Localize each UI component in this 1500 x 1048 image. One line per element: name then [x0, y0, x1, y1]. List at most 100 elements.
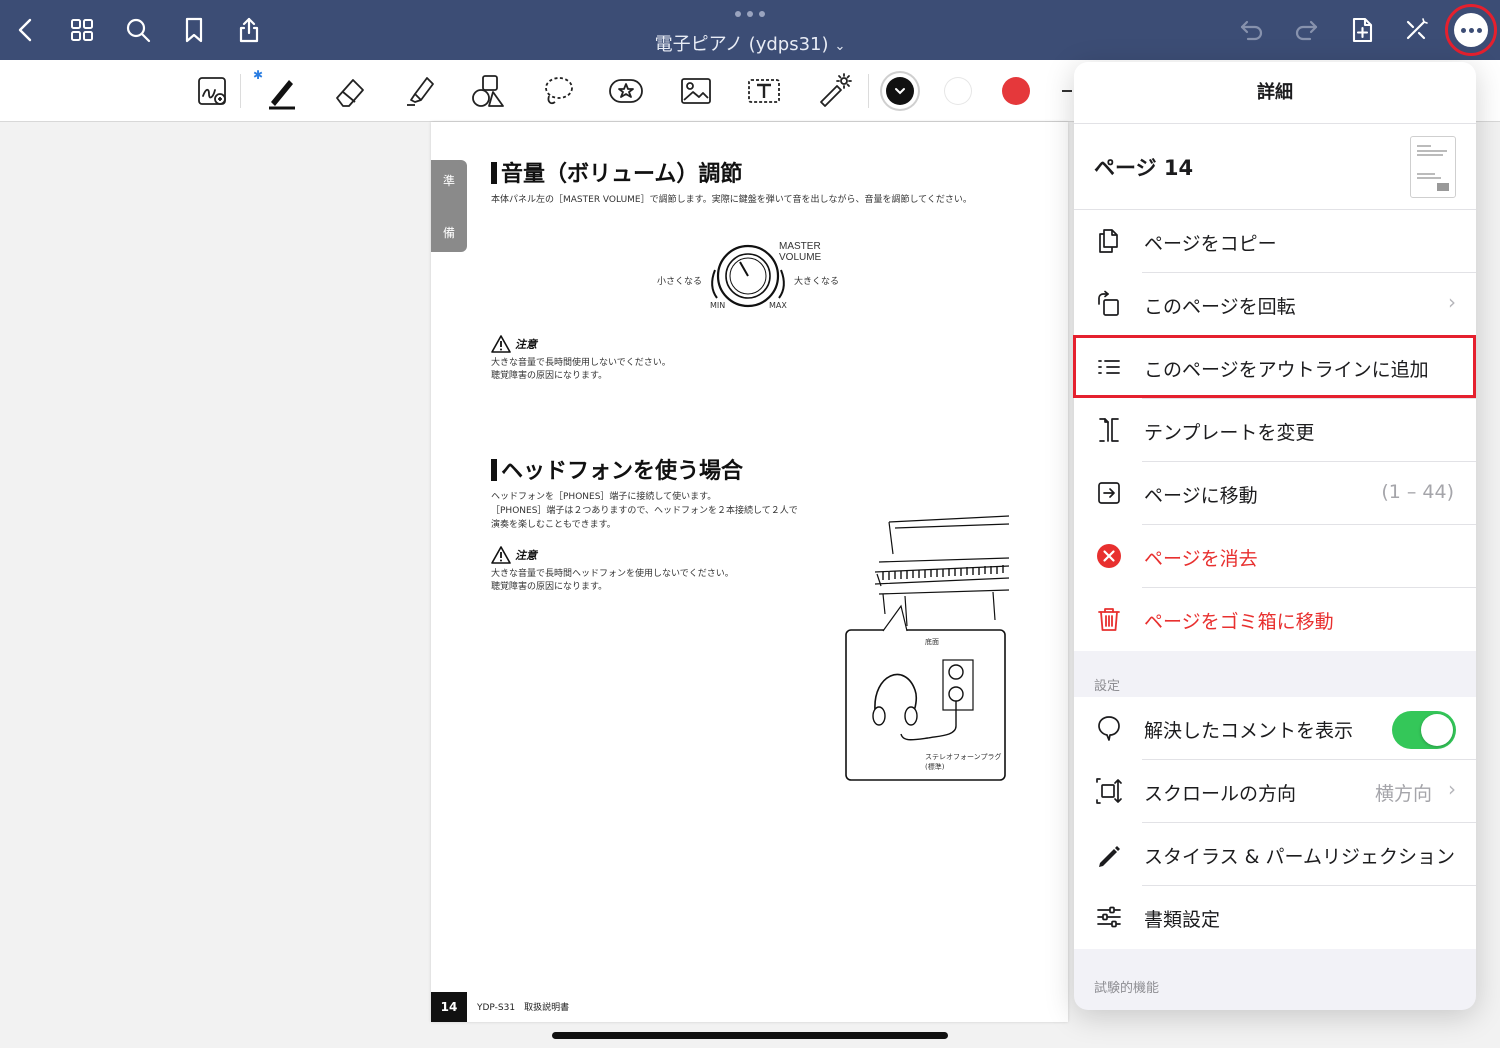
grid-view-icon[interactable] [64, 12, 100, 48]
text-box-icon[interactable] [742, 70, 786, 112]
caution-title: 注意 [515, 338, 537, 351]
section-heading-volume: 音量（ボリューム）調節 [491, 156, 742, 188]
copy-page-label: ページをコピー [1144, 233, 1277, 255]
show-resolved-comments-label: 解決したコメントを表示 [1144, 720, 1354, 742]
knob-label-master: MASTER [779, 241, 821, 252]
illustration-label-plug: ステレオフォーンプラグ (標準) [925, 752, 1001, 772]
comment-icon [1094, 713, 1124, 743]
knob-label-min: MIN [710, 301, 726, 310]
laser-pointer-icon[interactable] [812, 70, 856, 112]
details-popover: 詳細 ページ 14 ページをコピー このページを回転 › このページをアウトライ… [1074, 62, 1476, 1010]
copy-page-row[interactable]: ページをコピー [1074, 210, 1476, 273]
scroll-direction-label: スクロールの方向 [1144, 783, 1297, 805]
chevron-right-icon: › [1448, 290, 1456, 314]
show-resolved-comments-toggle[interactable] [1392, 711, 1456, 749]
caution-line: 大きな音量で長時間使用しないでください。 [491, 358, 671, 368]
add-page-icon[interactable] [1344, 12, 1380, 48]
document-page[interactable]: 準 備 音量（ボリューム）調節 本体パネル左の［MASTER VOLUME］で調… [431, 122, 1068, 1022]
illustration-label-bottom: 底面 [925, 638, 939, 646]
stroke-width-indicator[interactable] [1062, 90, 1072, 92]
caution-heading: 注意 [491, 335, 537, 353]
knob-label-louder: 大きくなる [794, 277, 840, 287]
caution-line: 大きな音量で長時間ヘッドフォンを使用しないでください。 [491, 569, 734, 579]
color-swatch-white[interactable] [944, 77, 972, 105]
chevron-right-icon: › [1448, 777, 1456, 801]
shapes-icon[interactable] [466, 70, 510, 112]
toolbar-divider [240, 74, 241, 108]
back-chevron-icon[interactable] [8, 12, 44, 48]
more-options-icon[interactable] [1454, 13, 1488, 47]
add-to-outline-row[interactable]: このページをアウトラインに追加 [1074, 336, 1476, 399]
knob-label-quieter: 小さくなる [657, 277, 703, 287]
chevron-down-icon: ⌄ [834, 39, 846, 54]
share-icon[interactable] [231, 12, 267, 48]
knob-label-max: MAX [769, 301, 787, 310]
scroll-direction-value: 横方向 [1374, 783, 1432, 805]
document-settings-row[interactable]: 書類設定 [1074, 886, 1476, 949]
stylus-palm-rejection-row[interactable]: スタイラス & パームリジェクション [1074, 823, 1476, 886]
undo-icon[interactable] [1234, 12, 1270, 48]
volume-body-text: 本体パネル左の［MASTER VOLUME］で調節します。実際に鍵盤を弾いて音を… [491, 195, 972, 205]
template-icon [1094, 415, 1124, 445]
plug-label-line: ステレオフォーンプラグ [925, 753, 1002, 761]
caution-title: 注意 [515, 549, 537, 562]
top-navigation-bar: 電子ピアノ (ydps31) ⌄ [0, 0, 1500, 60]
add-to-outline-label: このページをアウトラインに追加 [1144, 359, 1429, 381]
move-to-trash-row[interactable]: ページをゴミ箱に移動 [1074, 588, 1476, 651]
close-editing-icon[interactable] [1398, 12, 1434, 48]
pencil-icon [1094, 839, 1124, 869]
page-thumbnail[interactable] [1410, 136, 1456, 198]
change-template-row[interactable]: テンプレートを変更 [1074, 399, 1476, 462]
document-title-text: 電子ピアノ (ydps31) [654, 34, 829, 55]
change-template-label: テンプレートを変更 [1144, 422, 1315, 444]
highlighter-icon[interactable] [398, 70, 442, 112]
rotate-page-row[interactable]: このページを回転 › [1074, 273, 1476, 336]
experimental-section-header: 試験的機能 [1074, 949, 1476, 996]
scroll-direction-icon [1094, 776, 1124, 806]
go-to-page-label: ページに移動 [1144, 485, 1258, 507]
experimental-section-label: 試験的機能 [1094, 981, 1160, 996]
caution-heading: 注意 [491, 546, 537, 564]
section-heading-headphones: ヘッドフォンを使う場合 [491, 453, 743, 485]
warning-icon [491, 546, 511, 564]
home-indicator[interactable] [552, 1032, 948, 1039]
headphones-body-text: 演奏を楽しむこともできます。 [491, 520, 616, 530]
page-number-label: ページ 14 [1094, 156, 1194, 180]
bookmark-icon[interactable] [176, 12, 212, 48]
sticker-icon[interactable] [604, 70, 648, 112]
lasso-icon[interactable] [536, 70, 580, 112]
scroll-direction-row[interactable]: スクロールの方向 横方向 › [1074, 760, 1476, 823]
headphones-body-text: ヘッドフォンを［PHONES］端子に接続して使います。 [491, 492, 717, 502]
image-icon[interactable] [674, 70, 718, 112]
move-to-trash-label: ページをゴミ箱に移動 [1144, 611, 1334, 633]
caution-line: 聴覚障害の原因になります。 [491, 371, 608, 381]
pen-tool-icon[interactable] [258, 70, 302, 112]
show-resolved-comments-row[interactable]: 解決したコメントを表示 [1074, 697, 1476, 760]
toolbar-divider [868, 74, 869, 108]
outline-list-icon [1094, 352, 1124, 382]
clear-page-label: ページを消去 [1144, 548, 1258, 570]
color-swatch-black[interactable] [886, 77, 914, 105]
document-title[interactable]: 電子ピアノ (ydps31) ⌄ [560, 30, 940, 56]
zoom-write-icon[interactable] [190, 70, 234, 112]
rotate-icon [1094, 289, 1124, 319]
page-range-value: (1 – 44) [1381, 481, 1454, 503]
color-swatch-red[interactable] [1002, 77, 1030, 105]
eraser-icon[interactable] [328, 70, 372, 112]
chapter-side-tab: 準 備 [431, 160, 467, 252]
sliders-icon [1094, 902, 1124, 932]
settings-section-header: 設定 [1074, 651, 1476, 697]
search-icon[interactable] [120, 12, 156, 48]
go-to-page-row[interactable]: ページに移動 (1 – 44) [1074, 462, 1476, 525]
popover-title: 詳細 [1074, 62, 1476, 124]
window-grabber[interactable] [735, 11, 765, 17]
caution-line: 聴覚障害の原因になります。 [491, 582, 608, 592]
settings-section-label: 設定 [1094, 679, 1121, 694]
side-tab-char: 準 [442, 174, 455, 188]
clear-page-row[interactable]: ページを消去 [1074, 525, 1476, 588]
redo-icon[interactable] [1288, 12, 1324, 48]
stylus-palm-rejection-label: スタイラス & パームリジェクション [1144, 846, 1455, 868]
copy-icon [1094, 226, 1124, 256]
footer-manual-title: YDP-S31 取扱説明書 [477, 1003, 570, 1013]
trash-icon [1094, 604, 1124, 634]
